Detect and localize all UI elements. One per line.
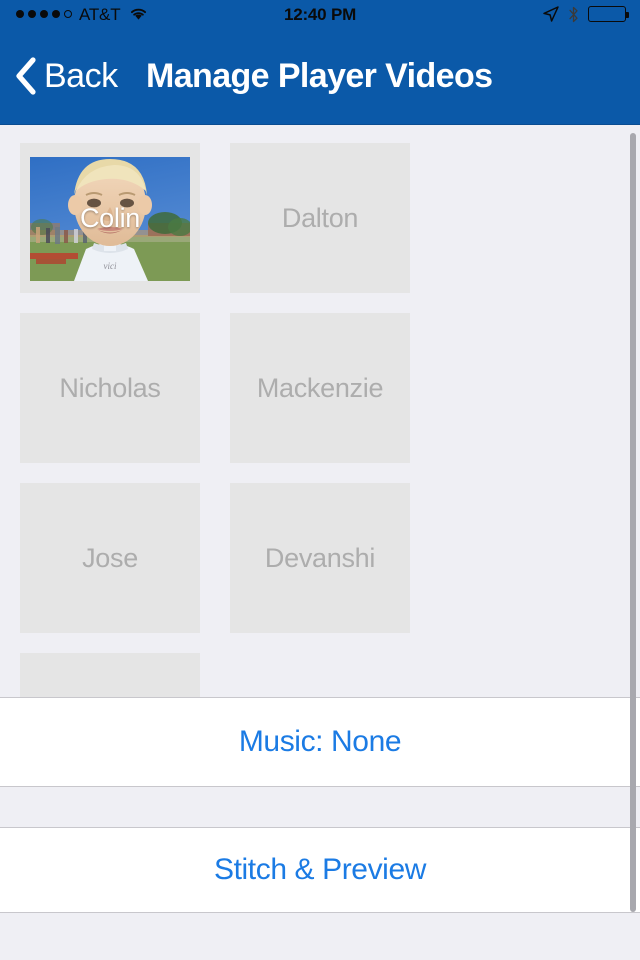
- player-cell-mackenzie[interactable]: Mackenzie: [230, 313, 410, 463]
- svg-text:vici: vici: [104, 261, 117, 271]
- player-name-label: Mackenzie: [256, 372, 384, 403]
- player-cell-jose[interactable]: Jose: [20, 483, 200, 633]
- player-name-label: Jose: [82, 542, 138, 573]
- player-grid-scroll-area[interactable]: vici Colin Dalton Nicholas Mackenzie Jose Dev…: [0, 125, 640, 697]
- player-cell-colin[interactable]: vici Colin: [20, 143, 200, 293]
- navigation-bar: Back Manage Player Videos: [0, 28, 640, 125]
- player-cell-nicholas[interactable]: Nicholas: [20, 313, 200, 463]
- player-cell-dalton[interactable]: Dalton: [230, 143, 410, 293]
- player-cell-junior[interactable]: Junior: [20, 653, 200, 697]
- music-button-label: Music: None: [238, 725, 402, 758]
- location-arrow-icon: [543, 6, 559, 22]
- back-button[interactable]: Back: [14, 57, 118, 95]
- player-cell-devanshi[interactable]: Devanshi: [230, 483, 410, 633]
- player-name-label: Nicholas: [59, 372, 161, 403]
- player-name-label: Devanshi: [264, 542, 376, 573]
- vertical-scrollbar[interactable]: [630, 133, 636, 912]
- status-bar: AT&T 12:40 PM: [0, 0, 640, 28]
- status-bar-right: [543, 0, 629, 28]
- back-button-label: Back: [44, 57, 118, 95]
- stitch-and-preview-button[interactable]: Stitch & Preview: [0, 827, 640, 913]
- player-name-label: Dalton: [281, 202, 359, 233]
- chevron-left-icon: [14, 57, 36, 95]
- bluetooth-icon: [568, 6, 579, 23]
- music-button[interactable]: Music: None: [0, 697, 640, 787]
- player-name-label: Colin: [79, 202, 141, 233]
- player-grid: vici Colin Dalton Nicholas Mackenzie Jose Dev…: [0, 125, 640, 697]
- battery-icon: [588, 6, 629, 22]
- page-title: Manage Player Videos: [146, 57, 493, 95]
- stitch-and-preview-label: Stitch & Preview: [213, 853, 426, 886]
- clock-label: 12:40 PM: [283, 4, 357, 24]
